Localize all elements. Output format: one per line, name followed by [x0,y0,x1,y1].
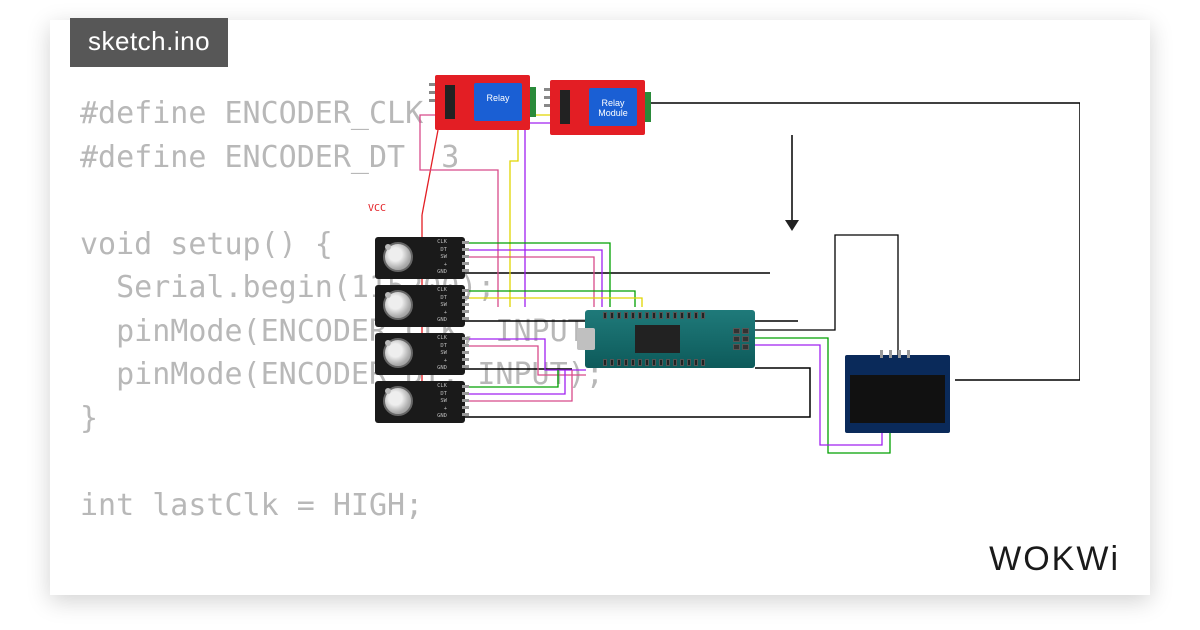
relay-module-2[interactable]: Relay Module [550,80,645,135]
project-card: sketch.ino #define ENCODER_CLK 2 #define… [50,20,1150,595]
encoder-knob-icon[interactable] [383,290,413,320]
encoder-pin-labels: CLK DT SW + GND [437,335,447,373]
encoder-knob-icon[interactable] [383,242,413,272]
encoder-pin-labels: CLK DT SW + GND [437,239,447,277]
encoder-pin-labels: CLK DT SW + GND [437,383,447,421]
oled-screen [850,375,945,423]
vcc-label: VCC [368,203,386,214]
rotary-encoder-4[interactable]: CLK DT SW + GND [375,381,465,423]
rotary-encoder-1[interactable]: CLK DT SW + GND [375,237,465,279]
arrow-down-icon [785,220,799,231]
mcu-chip-icon [635,325,680,353]
file-tab[interactable]: sketch.ino [70,18,228,67]
encoder-knob-icon[interactable] [383,386,413,416]
oled-display[interactable] [845,355,950,433]
encoder-pin-labels: CLK DT SW + GND [437,287,447,325]
file-tab-label: sketch.ino [88,26,210,56]
arduino-nano[interactable] [585,310,755,368]
relay-2-label: Relay Module [589,88,637,126]
relay-module-1[interactable]: Relay [435,75,530,130]
usb-port-icon [577,328,595,350]
rotary-encoder-3[interactable]: CLK DT SW + GND [375,333,465,375]
encoder-knob-icon[interactable] [383,338,413,368]
rotary-encoder-2[interactable]: CLK DT SW + GND [375,285,465,327]
wokwi-logo: WOKWi [989,540,1120,579]
relay-1-label: Relay [474,83,522,121]
circuit-diagram[interactable]: VCC Relay Relay Module CLK DT SW + GND C… [350,75,1080,495]
